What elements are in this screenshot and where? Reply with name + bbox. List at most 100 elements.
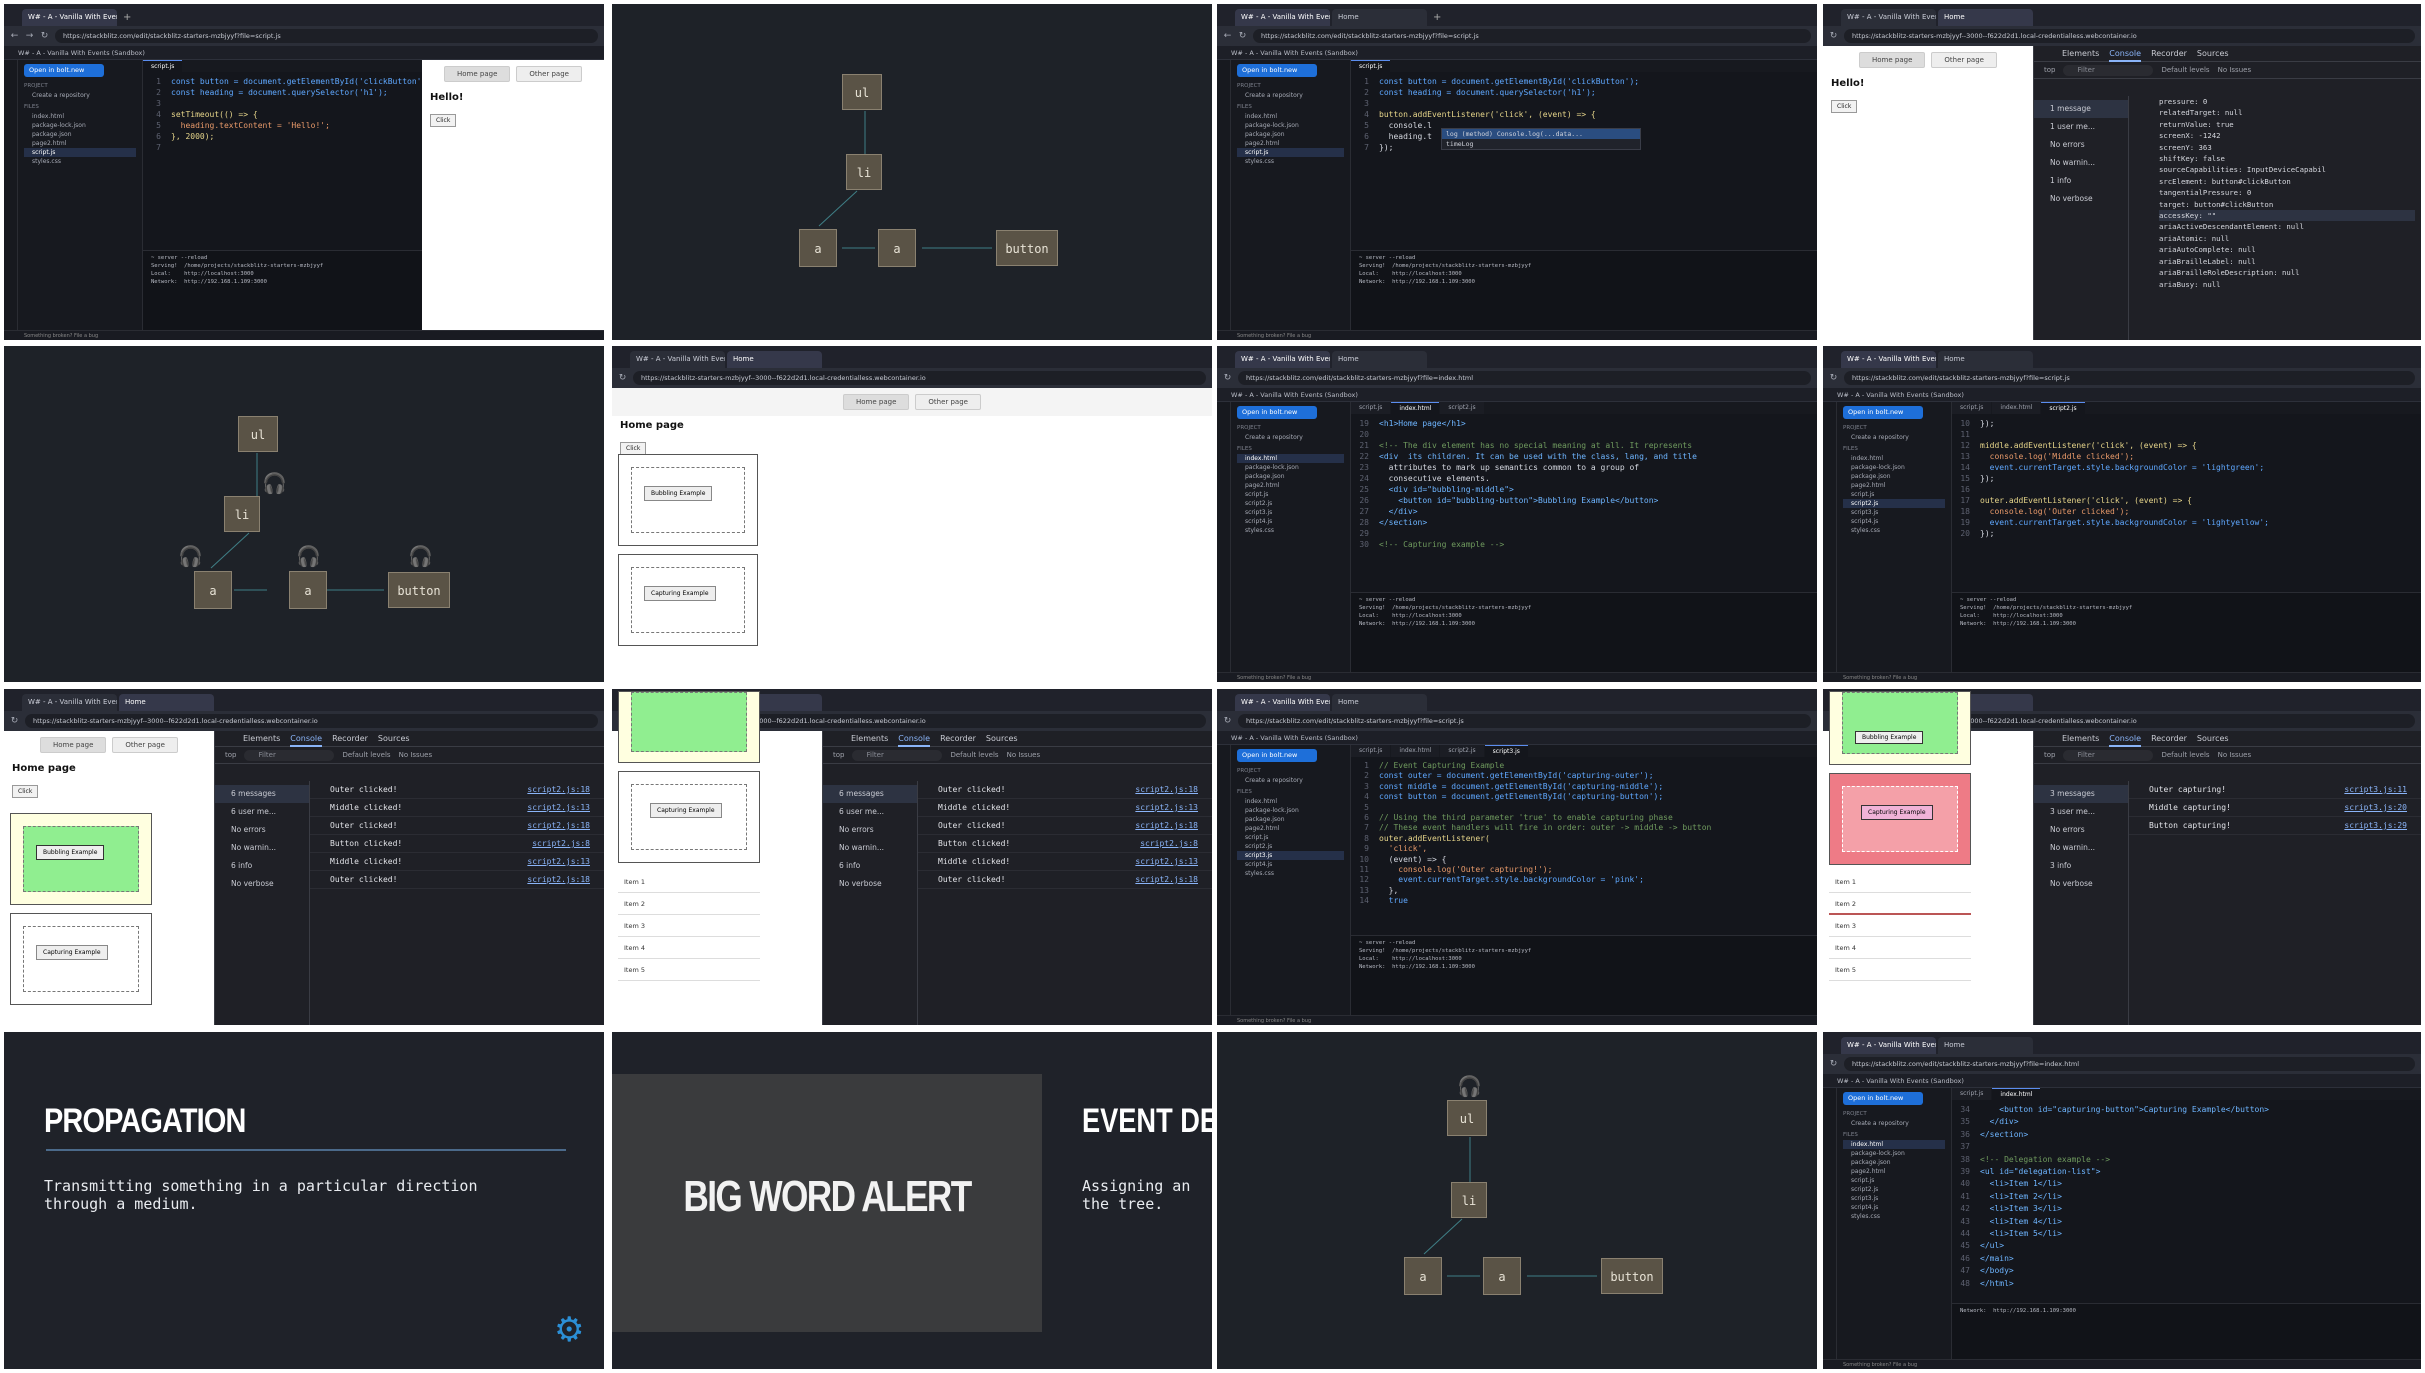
filter-input[interactable]: Filter [244,749,335,761]
bubbling-button[interactable]: Bubbling Example [1855,731,1924,744]
capturing-button[interactable]: Capturing Example [644,586,716,601]
editor-tab[interactable]: script.js [1952,1088,1992,1100]
file-item[interactable]: package-lock.json [1237,806,1344,815]
log-source-link[interactable]: script2.js:18 [527,817,590,834]
sidebar-item[interactable]: No verbose [2034,875,2128,893]
file-item[interactable]: script.js [1843,1176,1945,1185]
open-in-bolt-button[interactable]: Open in bolt.new [1237,406,1317,419]
bubbling-button[interactable]: Bubbling Example [644,486,713,501]
autocomplete-popup[interactable]: log (method) Console.log(...data... time… [1441,128,1641,150]
create-repo-link[interactable]: Create a repository [1237,91,1344,100]
reload-icon[interactable]: ↻ [1223,716,1232,726]
file-item[interactable]: package-lock.json [1237,121,1344,130]
bubbling-outer[interactable]: Bubbling Example [1829,691,1971,765]
sidebar-item[interactable]: 3 user me... [2034,803,2128,821]
file-item[interactable]: package.json [24,130,136,139]
url-field[interactable]: https://stackblitz.com/edit/stackblitz-s… [1238,714,1811,728]
devtools-tab[interactable]: Sources [2197,49,2229,58]
url-field[interactable]: https://stackblitz-starters-mzbjyyf--300… [25,714,598,728]
filter-input[interactable]: Filter [2063,64,2154,76]
file-item[interactable]: script4.js [1237,517,1344,526]
file-item[interactable]: script3.js [1843,508,1945,517]
file-item[interactable]: script2.js [1843,499,1945,508]
click-button[interactable]: Click [430,114,457,127]
capturing-button[interactable]: Capturing Example [36,945,108,960]
devtools-tab[interactable]: Console [898,731,931,747]
home-nav-button[interactable]: Home page [1859,52,1926,68]
list-item[interactable]: Item 5 [618,959,760,981]
list-item[interactable]: Item 2 [1829,893,1971,915]
bubbling-outer[interactable] [618,691,760,763]
back-icon[interactable]: ← [10,31,19,41]
file-item[interactable]: script3.js [1237,508,1344,517]
log-source-link[interactable]: script2.js:13 [1135,853,1198,870]
bubbling-middle[interactable]: Bubbling Example [631,467,745,533]
sidebar-item[interactable]: No warnin... [823,839,917,857]
file-item[interactable]: page2.html [1843,1167,1945,1176]
list-item[interactable]: Item 1 [618,871,760,893]
file-item[interactable]: page2.html [1237,481,1344,490]
editor-tab[interactable]: script2.js [1440,745,1484,757]
context-select[interactable]: top [2044,66,2055,74]
home-nav-button[interactable]: Home page [444,66,511,82]
list-item[interactable]: Item 3 [618,915,760,937]
terminal[interactable]: ~ server --reload Serving! /home/project… [143,250,422,330]
editor-tab[interactable]: script.js [1351,60,1391,72]
devtools-tab[interactable]: Sources [986,734,1018,743]
file-item[interactable]: index.html [1237,797,1344,806]
context-select[interactable]: top [225,751,236,759]
capturing-outer[interactable]: Capturing Example [618,771,760,863]
browser-tab[interactable]: Home [1938,351,2033,368]
file-item[interactable]: styles.css [1843,1212,1945,1221]
levels-select[interactable]: Default levels [342,751,390,759]
other-nav-button[interactable]: Other page [112,737,178,753]
new-tab-icon[interactable]: + [119,9,135,26]
file-item[interactable]: package-lock.json [1843,463,1945,472]
bubbling-middle[interactable]: Bubbling Example [1842,692,1958,754]
file-item[interactable]: script4.js [1843,517,1945,526]
open-in-bolt-button[interactable]: Open in bolt.new [1843,1092,1923,1105]
file-item[interactable]: script.js [1237,833,1344,842]
devtools-tab[interactable]: Recorder [332,734,368,743]
browser-tab[interactable]: W# - A - Vanilla With Events (... [1235,9,1330,26]
log-source-link[interactable]: script2.js:13 [527,853,590,870]
filter-input[interactable]: Filter [2063,749,2154,761]
devtools-tab[interactable]: Elements [851,734,888,743]
sidebar-item[interactable]: 6 user me... [823,803,917,821]
list-item[interactable]: Item 4 [1829,937,1971,959]
create-repo-link[interactable]: Create a repository [1843,433,1945,442]
terminal[interactable]: ~ server --reload Serving! /home/project… [1952,592,2421,672]
file-item[interactable]: script3.js [1843,1194,1945,1203]
browser-tab[interactable]: W# - A - Vanilla With Events (... [22,9,117,26]
editor-tab[interactable]: script.js [143,60,183,72]
editor-tab[interactable]: script.js [1351,745,1391,757]
sidebar-item[interactable]: No errors [2034,821,2128,839]
browser-tab[interactable]: W# - A - Vanilla With Events (... [1841,9,1936,26]
url-field[interactable]: https://stackblitz-starters-mzbjyyf--300… [633,371,1206,385]
context-select[interactable]: top [833,751,844,759]
browser-tab[interactable]: W# - A - Vanilla With Events (... [1841,1037,1936,1054]
create-repo-link[interactable]: Create a repository [1237,776,1344,785]
browser-tab[interactable]: Home [1332,351,1427,368]
forward-icon[interactable]: → [25,31,34,41]
reload-icon[interactable]: ↻ [1829,373,1838,383]
sidebar-item[interactable]: 3 info [2034,857,2128,875]
browser-tab[interactable]: W# - A - Vanilla With Events (... [22,694,117,711]
url-field[interactable]: https://stackblitz.com/edit/stackblitz-s… [55,29,598,43]
file-item[interactable]: styles.css [24,157,136,166]
devtools-tab[interactable]: Elements [2062,734,2099,743]
file-item[interactable]: styles.css [1237,526,1344,535]
file-item[interactable]: package.json [1843,1158,1945,1167]
sidebar-item[interactable]: No warnin... [2034,839,2128,857]
terminal[interactable]: ~ server --reload Serving! /home/project… [1351,935,1817,1015]
reload-icon[interactable]: ↻ [40,31,49,41]
file-item[interactable]: page2.html [1237,824,1344,833]
context-select[interactable]: top [2044,751,2055,759]
devtools-tab[interactable]: Console [2109,731,2142,747]
list-item[interactable]: Item 2 [618,893,760,915]
terminal[interactable]: Network: http://192.168.1.109:3000 [1952,1303,2421,1359]
file-item[interactable]: script.js [24,148,136,157]
editor-tab[interactable]: script.js [1952,402,1992,414]
reload-icon[interactable]: ↻ [10,716,19,726]
editor-tab[interactable]: index.html [1992,1088,2041,1100]
